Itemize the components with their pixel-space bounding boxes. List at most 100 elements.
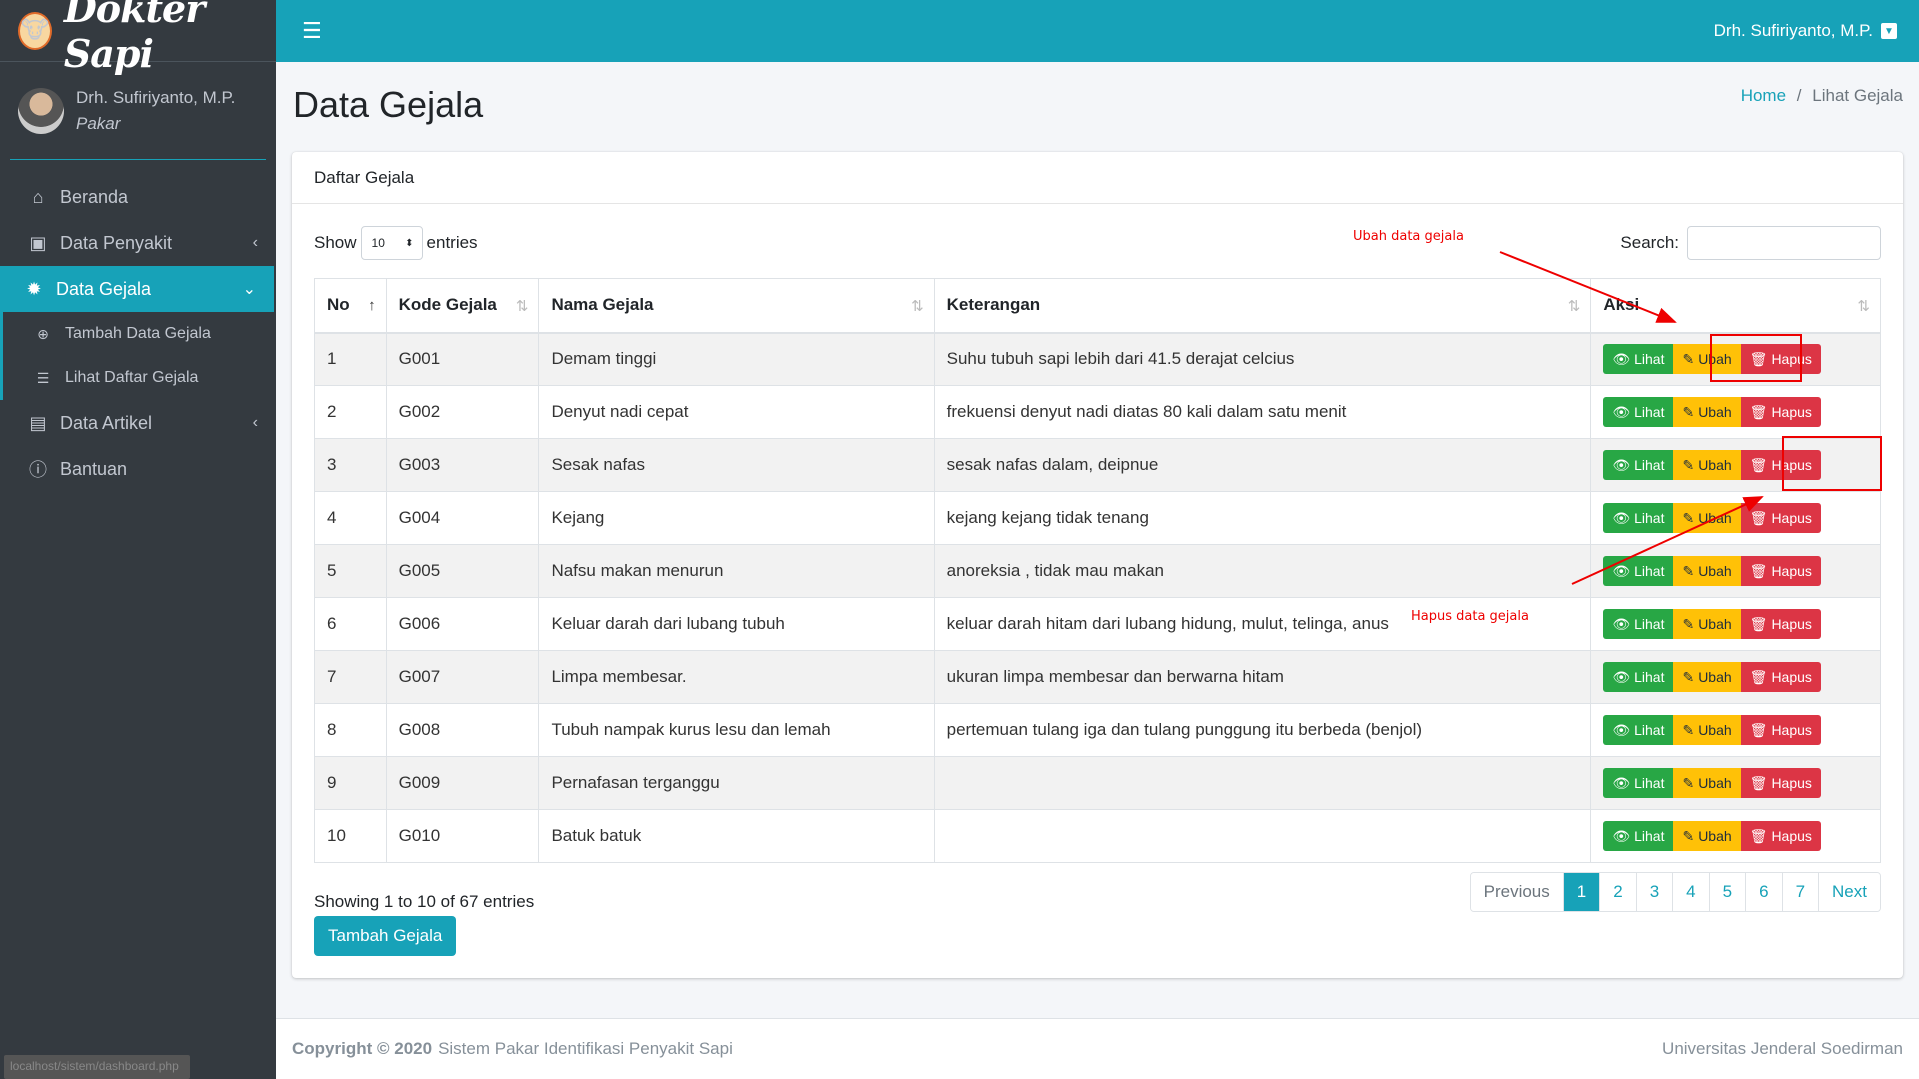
edit-button[interactable]: ✎ Ubah	[1673, 662, 1741, 692]
cell-keterangan	[933, 756, 1592, 810]
pagination-page[interactable]: 1	[1562, 873, 1600, 911]
view-button[interactable]: 👁 Lihat	[1603, 503, 1674, 533]
pagination: Previous 1 2 3 4 5 6 7 Next	[1469, 872, 1881, 912]
view-button[interactable]: 👁 Lihat	[1603, 344, 1674, 375]
breadcrumb-current: Lihat Gejala	[1812, 86, 1903, 105]
edit-button[interactable]: ✎ Ubah	[1673, 450, 1741, 480]
cell-no: 7	[314, 650, 387, 704]
cell-keterangan: pertemuan tulang iga dan tulang punggung…	[933, 703, 1592, 757]
view-button[interactable]: 👁 Lihat	[1603, 556, 1674, 586]
edit-button[interactable]: ✎ Ubah	[1673, 821, 1741, 851]
sidebar-subitem-tambah-gejala[interactable]: ⊕ Tambah Data Gejala	[3, 312, 276, 356]
action-buttons: 👁 Lihat ✎ Ubah 🗑 Hapus	[1603, 503, 1868, 533]
cell-nama: Keluar darah dari lubang tubuh	[538, 597, 935, 651]
delete-button[interactable]: 🗑 Hapus	[1740, 609, 1821, 639]
sort-icon: ⇅	[911, 298, 924, 315]
edit-button[interactable]: ✎ Ubah	[1673, 556, 1741, 586]
eye-icon: 👁	[1612, 615, 1631, 632]
footer-university: Universitas Jenderal Soedirman	[1662, 1039, 1903, 1058]
user-name[interactable]: Drh. Sufiriyanto, M.P.	[76, 88, 235, 108]
search-input[interactable]	[1687, 226, 1881, 260]
sidebar-item-data-penyakit[interactable]: ▣ Data Penyakit ‹	[0, 220, 276, 266]
eye-icon: 👁	[1612, 403, 1631, 420]
pagination-next[interactable]: Next	[1818, 873, 1880, 911]
pagination-page[interactable]: 2	[1599, 873, 1636, 911]
edit-icon: ✎	[1682, 827, 1695, 844]
view-button[interactable]: 👁 Lihat	[1603, 609, 1674, 639]
col-header-aksi[interactable]: Aksi ⇅	[1590, 278, 1881, 334]
cell-aksi: 👁 Lihat ✎ Ubah 🗑 Hapus	[1590, 703, 1881, 757]
user-dropdown[interactable]: Drh. Sufiriyanto, M.P. ▼	[1714, 21, 1897, 41]
sidebar-item-bantuan[interactable]: ⓘ Bantuan	[0, 446, 276, 492]
col-header-keterangan[interactable]: Keterangan ⇅	[933, 278, 1592, 334]
view-button[interactable]: 👁 Lihat	[1603, 715, 1674, 745]
sidebar-item-data-artikel[interactable]: ▤ Data Artikel ‹	[0, 400, 276, 446]
cell-nama: Nafsu makan menurun	[538, 544, 935, 598]
eye-icon: 👁	[1612, 350, 1631, 367]
pagination-page[interactable]: 6	[1745, 873, 1782, 911]
topbar: ☰ Drh. Sufiriyanto, M.P. ▼	[276, 0, 1919, 62]
sidebar-subitem-lihat-gejala[interactable]: ☰ Lihat Daftar Gejala	[3, 356, 276, 400]
delete-button[interactable]: 🗑 Hapus	[1740, 556, 1821, 586]
view-button[interactable]: 👁 Lihat	[1603, 821, 1674, 851]
add-symptom-button[interactable]: Tambah Gejala	[314, 916, 457, 956]
cell-no: 9	[314, 756, 387, 810]
action-buttons: 👁 Lihat ✎ Ubah 🗑 Hapus	[1603, 397, 1868, 427]
pagination-page[interactable]: 3	[1635, 873, 1673, 911]
edit-button[interactable]: ✎ Ubah	[1673, 715, 1741, 745]
delete-button[interactable]: 🗑 Hapus	[1740, 397, 1821, 427]
trash-icon: 🗑	[1749, 827, 1768, 844]
edit-icon: ✎	[1682, 456, 1695, 473]
delete-button[interactable]: 🗑 Hapus	[1740, 503, 1821, 533]
eye-icon: 👁	[1612, 721, 1631, 738]
view-button[interactable]: 👁 Lihat	[1603, 450, 1674, 480]
pagination-page[interactable]: 5	[1708, 873, 1746, 911]
annotation-edit-note: Ubah data gejala	[1353, 229, 1464, 244]
annotation-delete-note: Hapus data gejala	[1411, 609, 1529, 624]
view-button[interactable]: 👁 Lihat	[1603, 768, 1674, 798]
delete-button[interactable]: 🗑 Hapus	[1740, 821, 1821, 851]
pagination-page[interactable]: 7	[1781, 873, 1819, 911]
breadcrumb-home[interactable]: Home	[1741, 86, 1786, 105]
edit-button[interactable]: ✎ Ubah	[1673, 397, 1741, 427]
edit-button[interactable]: ✎ Ubah	[1673, 503, 1741, 533]
pagination-page[interactable]: 4	[1672, 873, 1709, 911]
view-button[interactable]: 👁 Lihat	[1603, 662, 1674, 692]
edit-button[interactable]: ✎ Ubah	[1673, 609, 1741, 639]
avatar	[18, 87, 64, 134]
cell-no: 3	[314, 438, 387, 492]
cell-aksi: 👁 Lihat ✎ Ubah 🗑 Hapus	[1590, 597, 1881, 651]
show-label: Show	[314, 233, 357, 252]
col-header-nama[interactable]: Nama Gejala ⇅	[538, 278, 935, 334]
cell-kode: G005	[385, 544, 540, 598]
delete-button[interactable]: 🗑 Hapus	[1740, 768, 1821, 798]
cell-no: 6	[314, 597, 387, 651]
sidebar-item-beranda[interactable]: ⌂ Beranda	[0, 174, 276, 220]
chevron-left-icon: ‹	[252, 234, 258, 251]
view-button[interactable]: 👁 Lihat	[1603, 397, 1674, 427]
table-row: 6 G006 Keluar darah dari lubang tubuh ke…	[314, 597, 1881, 651]
edit-icon: ✎	[1682, 562, 1695, 579]
delete-button[interactable]: 🗑 Hapus	[1740, 715, 1821, 745]
eye-icon: 👁	[1612, 668, 1631, 685]
table-header-row: No ↑ Kode Gejala ⇅ Nama Gejala ⇅ Keterangan…	[314, 278, 1881, 334]
footer-system: Sistem Pakar Identifikasi Penyakit Sapi	[438, 1039, 733, 1058]
eye-icon: 👁	[1612, 456, 1631, 473]
entries-select[interactable]: 10 ⬍	[360, 226, 423, 260]
brand[interactable]: 🐮 Dokter Sapi	[0, 0, 276, 76]
edit-button[interactable]: ✎ Ubah	[1673, 768, 1741, 798]
edit-icon: ✎	[1682, 721, 1695, 738]
trash-icon: 🗑	[1749, 456, 1768, 473]
medical-icon: ▣	[29, 232, 47, 253]
table-info: Showing 1 to 10 of 67 entries	[314, 892, 535, 911]
col-header-no[interactable]: No ↑	[314, 278, 387, 334]
pagination-previous[interactable]: Previous	[1470, 873, 1563, 911]
edit-icon: ✎	[1682, 509, 1695, 526]
table-row: 3 G003 Sesak nafas sesak nafas dalam, de…	[314, 438, 1881, 492]
delete-button[interactable]: 🗑 Hapus	[1740, 662, 1821, 692]
col-header-kode[interactable]: Kode Gejala ⇅	[385, 278, 540, 334]
sidebar-item-data-gejala[interactable]: ✹ Data Gejala ⌄	[0, 266, 274, 312]
table-row: 7 G007 Limpa membesar. ukuran limpa memb…	[314, 650, 1881, 704]
menu-toggle-icon[interactable]: ☰	[302, 18, 322, 44]
cell-keterangan: ukuran limpa membesar dan berwarna hitam	[933, 650, 1592, 704]
